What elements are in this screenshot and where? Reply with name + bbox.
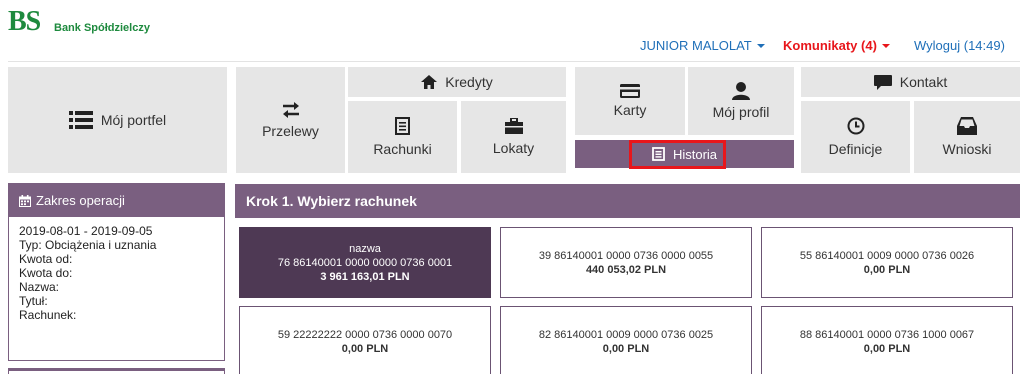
tile-definicje[interactable]: Definicje xyxy=(801,101,910,173)
tile-kontakt-label: Kontakt xyxy=(899,74,948,90)
tile-portfel-label: Mój portfel xyxy=(100,112,167,128)
tile-portfel[interactable]: Mój portfel xyxy=(8,67,227,173)
user-name: JUNIOR MALOLAT xyxy=(640,38,752,53)
account-balance: 0,00 PLN xyxy=(863,263,911,276)
filter-amount-to: Kwota do: xyxy=(19,266,73,280)
calendar-icon xyxy=(19,194,31,207)
filter-date-range: 2019-08-01 - 2019-09-05 xyxy=(19,224,153,238)
account-card[interactable]: 55 86140001 0009 0000 0736 0026 0,00 PLN xyxy=(761,227,1013,298)
tile-wnioski-label: Wnioski xyxy=(942,141,992,157)
account-name: nazwa xyxy=(349,242,381,255)
tile-lokaty-label: Lokaty xyxy=(492,140,535,156)
briefcase-icon xyxy=(504,118,523,134)
filter-title: Tytuł: xyxy=(19,294,48,308)
komunikaty-label: Komunikaty (4) xyxy=(783,38,877,53)
filter-panel-title: Zakres operacji xyxy=(36,193,125,208)
account-balance: 440 053,02 PLN xyxy=(585,263,667,276)
credit-card-icon xyxy=(620,84,640,98)
user-icon xyxy=(732,82,750,100)
chevron-down-icon xyxy=(881,44,890,48)
logo-sub: Bank Spółdzielczy xyxy=(54,22,150,34)
account-card-active[interactable]: nazwa 76 86140001 0000 0000 0736 0001 3 … xyxy=(239,227,491,298)
tile-wnioski[interactable]: Wnioski xyxy=(914,101,1020,173)
step-header: Krok 1. Wybierz rachunek xyxy=(235,184,1020,218)
komunikaty-menu[interactable]: Komunikaty (4) xyxy=(783,38,890,54)
account-balance: 0,00 PLN xyxy=(863,342,911,355)
clock-icon xyxy=(847,117,865,135)
filter-panel-header[interactable]: Zakres operacji xyxy=(9,184,224,217)
user-menu[interactable]: JUNIOR MALOLAT xyxy=(640,38,765,54)
account-card[interactable]: 82 86140001 0009 0000 0736 0025 0,00 PLN xyxy=(500,306,752,374)
document-icon xyxy=(652,147,665,161)
tile-kredyty-label: Kredyty xyxy=(445,74,493,90)
tile-profil[interactable]: Mój profil xyxy=(688,67,794,135)
account-number: 88 86140001 0000 0736 1000 0067 xyxy=(799,328,975,341)
account-card[interactable]: 88 86140001 0000 0736 1000 0067 0,00 PLN xyxy=(761,306,1013,374)
tile-karty-label: Karty xyxy=(613,102,647,118)
chevron-down-icon xyxy=(756,44,765,48)
tile-kredyty[interactable]: Kredyty xyxy=(348,67,566,97)
filter-summary: 2019-08-01 - 2019-09-05 Typ: Obciążenia … xyxy=(9,217,224,329)
filter-name: Nazwa: xyxy=(19,280,60,294)
tile-rachunki-label: Rachunki xyxy=(373,141,432,157)
bank-logo[interactable]: BS Bank Spółdzielczy xyxy=(8,6,178,40)
account-number: 76 86140001 0000 0000 0736 0001 xyxy=(277,256,453,269)
logout-link[interactable]: Wyloguj (14:49) xyxy=(914,38,1005,54)
tile-historia-label: Historia xyxy=(672,146,718,162)
filter-amount-from: Kwota od: xyxy=(19,252,73,266)
account-balance: 0,00 PLN xyxy=(602,342,650,355)
tile-lokaty[interactable]: Lokaty xyxy=(461,101,566,173)
tile-definicje-label: Definicje xyxy=(828,141,883,157)
account-number: 55 86140001 0009 0000 0736 0026 xyxy=(799,249,975,262)
comment-icon xyxy=(873,74,892,90)
home-icon xyxy=(421,75,438,89)
logo-main: BS xyxy=(8,6,41,37)
account-card[interactable]: 39 86140001 0000 0736 0000 0055 440 053,… xyxy=(500,227,752,298)
inbox-icon xyxy=(957,117,977,135)
transfer-arrows-icon xyxy=(281,101,301,119)
filter-account: Rachunek: xyxy=(19,308,77,322)
tile-przelewy-label: Przelewy xyxy=(262,123,319,139)
filter-panel: Zakres operacji 2019-08-01 - 2019-09-05 … xyxy=(8,183,225,361)
tile-rachunki[interactable]: Rachunki xyxy=(348,101,457,173)
tile-historia[interactable]: Historia xyxy=(575,140,794,168)
account-balance: 3 961 163,01 PLN xyxy=(320,270,410,283)
account-card[interactable]: 59 22222222 0000 0736 0000 0070 0,00 PLN xyxy=(239,306,491,374)
document-icon xyxy=(395,117,410,135)
tile-karty[interactable]: Karty xyxy=(575,67,685,135)
header-divider xyxy=(8,61,1020,62)
account-number: 59 22222222 0000 0736 0000 0070 xyxy=(277,328,453,341)
secondary-panel xyxy=(8,368,225,374)
account-number: 39 86140001 0000 0736 0000 0055 xyxy=(538,249,714,262)
account-balance: 0,00 PLN xyxy=(341,342,389,355)
tile-profil-label: Mój profil xyxy=(712,104,770,120)
list-icon xyxy=(68,111,93,129)
account-number: 82 86140001 0009 0000 0736 0025 xyxy=(538,328,714,341)
filter-type: Typ: Obciążenia i uznania xyxy=(19,238,157,252)
tile-kontakt[interactable]: Kontakt xyxy=(801,67,1020,97)
tile-przelewy[interactable]: Przelewy xyxy=(236,67,345,173)
